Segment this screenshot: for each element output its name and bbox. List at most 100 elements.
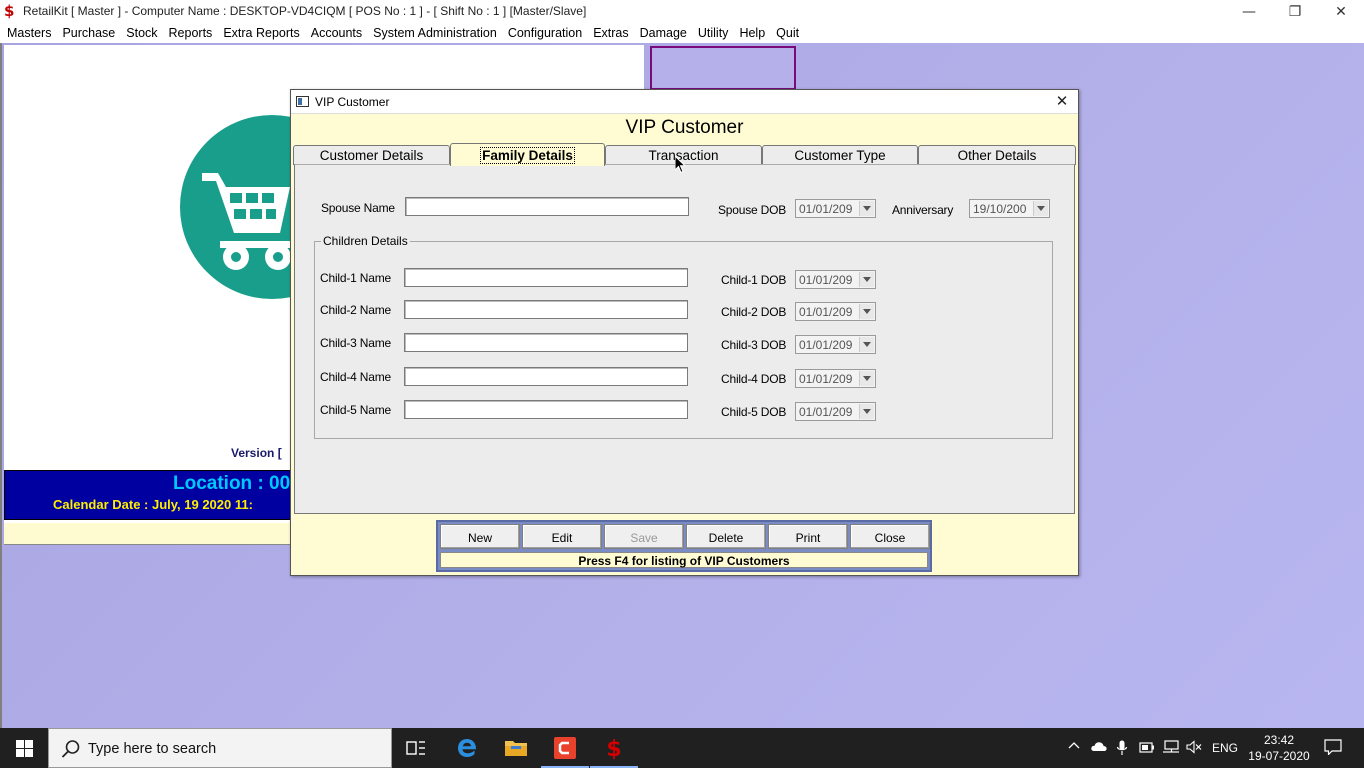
app-title: RetailKit [ Master ] - Computer Name : D… [23, 4, 587, 18]
spouse-dob-label: Spouse DOB [718, 203, 787, 217]
child-3-dob-picker[interactable]: 01/01/209 [795, 335, 876, 354]
menu-extras[interactable]: Extras [588, 23, 634, 43]
chevron-down-icon[interactable] [859, 371, 874, 386]
menu-damage[interactable]: Damage [635, 23, 693, 43]
menu-configuration[interactable]: Configuration [503, 23, 588, 43]
chevron-down-icon[interactable] [859, 404, 874, 419]
close-window-button[interactable]: ✕ [1318, 0, 1364, 23]
taskbar: Type here to search $ ENG 23:42 19-07-20… [0, 728, 1364, 768]
tab-label: Family Details [480, 147, 575, 164]
edge-browser-icon[interactable] [443, 728, 491, 768]
menu-masters[interactable]: Masters [2, 23, 57, 43]
new-button[interactable]: New [440, 524, 520, 549]
child-1-name-input[interactable] [404, 268, 688, 287]
child-4-dob-label: Child-4 DOB [721, 372, 787, 386]
child-2-name-label: Child-2 Name [320, 303, 391, 317]
child-2-name-input[interactable] [404, 300, 688, 319]
file-explorer-icon[interactable] [492, 728, 540, 768]
search-placeholder: Type here to search [88, 741, 217, 757]
windows-start-icon[interactable] [0, 728, 48, 768]
volume-muted-icon[interactable] [1186, 740, 1202, 757]
taskbar-search-box[interactable]: Type here to search [48, 728, 392, 768]
child-5-dob-label: Child-5 DOB [721, 405, 787, 419]
child-5-dob-picker[interactable]: 01/01/209 [795, 402, 876, 421]
menu-purchase[interactable]: Purchase [57, 23, 121, 43]
action-button-bar: New Edit Save Delete Print Close Press F… [436, 520, 932, 572]
child-3-name-input[interactable] [404, 333, 688, 352]
tab-family-details[interactable]: Family Details [450, 143, 605, 166]
chevron-down-icon[interactable] [859, 272, 874, 287]
child-2-dob-picker[interactable]: 01/01/209 [795, 302, 876, 321]
network-icon[interactable] [1162, 740, 1180, 757]
battery-icon[interactable] [1139, 740, 1155, 757]
child-3-dob-label: Child-3 DOB [721, 338, 787, 352]
menubar: Masters Purchase Stock Reports Extra Rep… [0, 23, 1364, 43]
search-icon [61, 740, 80, 758]
menu-utility[interactable]: Utility [693, 23, 735, 43]
dialog-close-icon[interactable]: ✕ [1052, 92, 1072, 112]
system-clock[interactable]: 23:42 19-07-2020 [1244, 732, 1314, 764]
child-4-dob-picker[interactable]: 01/01/209 [795, 369, 876, 388]
tab-label: Customer Details [319, 148, 424, 163]
tab-customer-details[interactable]: Customer Details [293, 145, 450, 165]
tab-other-details[interactable]: Other Details [918, 145, 1076, 165]
child-3-name-label: Child-3 Name [320, 336, 391, 350]
spouse-dob-picker[interactable]: 01/01/209 [795, 199, 876, 218]
svg-text:$: $ [606, 737, 621, 760]
menu-extra-reports[interactable]: Extra Reports [218, 23, 305, 43]
child-1-dob-label: Child-1 DOB [721, 273, 787, 287]
microphone-icon[interactable] [1116, 740, 1128, 759]
language-indicator[interactable]: ENG [1212, 741, 1238, 755]
cloud-icon[interactable] [1090, 740, 1108, 755]
menu-stock[interactable]: Stock [121, 23, 163, 43]
red-app-icon[interactable] [541, 728, 589, 768]
spouse-name-label: Spouse Name [321, 201, 395, 215]
side-panel [650, 46, 796, 90]
child-1-name-label: Child-1 Name [320, 271, 391, 285]
child-4-name-input[interactable] [404, 367, 688, 386]
app-title-bar: $ RetailKit [ Master ] - Computer Name :… [0, 0, 1364, 23]
chevron-down-icon[interactable] [1033, 201, 1048, 216]
anniversary-picker[interactable]: 19/10/200 [969, 199, 1050, 218]
children-details-group: Children Details Child-1 Name Child-1 DO… [314, 234, 1053, 439]
children-details-legend: Children Details [321, 234, 410, 248]
calendar-date-text: Calendar Date : July, 19 2020 11: [53, 497, 253, 512]
retailkit-taskbar-icon[interactable]: $ [590, 728, 638, 768]
retailkit-app-icon: $ [4, 2, 15, 20]
task-view-icon[interactable] [392, 728, 440, 768]
form-window-icon [296, 96, 309, 107]
anniversary-label: Anniversary [892, 203, 954, 217]
maximize-button[interactable]: ❐ [1272, 0, 1318, 23]
child-5-name-input[interactable] [404, 400, 688, 419]
date-value: 01/01/209 [799, 405, 853, 419]
spouse-name-input[interactable] [405, 197, 689, 216]
menu-help[interactable]: Help [734, 23, 771, 43]
chevron-down-icon[interactable] [859, 304, 874, 319]
date-value: 01/01/209 [799, 338, 853, 352]
print-button[interactable]: Print [768, 524, 848, 549]
clock-date: 19-07-2020 [1248, 749, 1310, 763]
child-1-dob-picker[interactable]: 01/01/209 [795, 270, 876, 289]
chevron-up-icon[interactable] [1068, 740, 1080, 755]
date-value: 01/01/209 [799, 273, 853, 287]
chevron-down-icon[interactable] [859, 201, 874, 216]
menu-system-administration[interactable]: System Administration [368, 23, 503, 43]
date-value: 01/01/209 [799, 305, 853, 319]
close-button[interactable]: Close [850, 524, 930, 549]
tab-label: Customer Type [794, 148, 886, 163]
family-details-panel: Spouse Name Spouse DOB 01/01/209 Anniver… [294, 164, 1075, 514]
location-text: Location : 00 [173, 473, 291, 494]
save-button[interactable]: Save [604, 524, 684, 549]
notification-icon[interactable] [1324, 739, 1342, 758]
dialog-title: VIP Customer [315, 95, 390, 109]
mouse-cursor-icon [675, 156, 687, 174]
minimize-button[interactable]: — [1226, 0, 1272, 23]
clock-time: 23:42 [1263, 733, 1295, 747]
tab-customer-type[interactable]: Customer Type [762, 145, 918, 165]
menu-reports[interactable]: Reports [164, 23, 219, 43]
menu-accounts[interactable]: Accounts [306, 23, 368, 43]
menu-quit[interactable]: Quit [771, 23, 805, 43]
edit-button[interactable]: Edit [522, 524, 602, 549]
delete-button[interactable]: Delete [686, 524, 766, 549]
chevron-down-icon[interactable] [859, 337, 874, 352]
